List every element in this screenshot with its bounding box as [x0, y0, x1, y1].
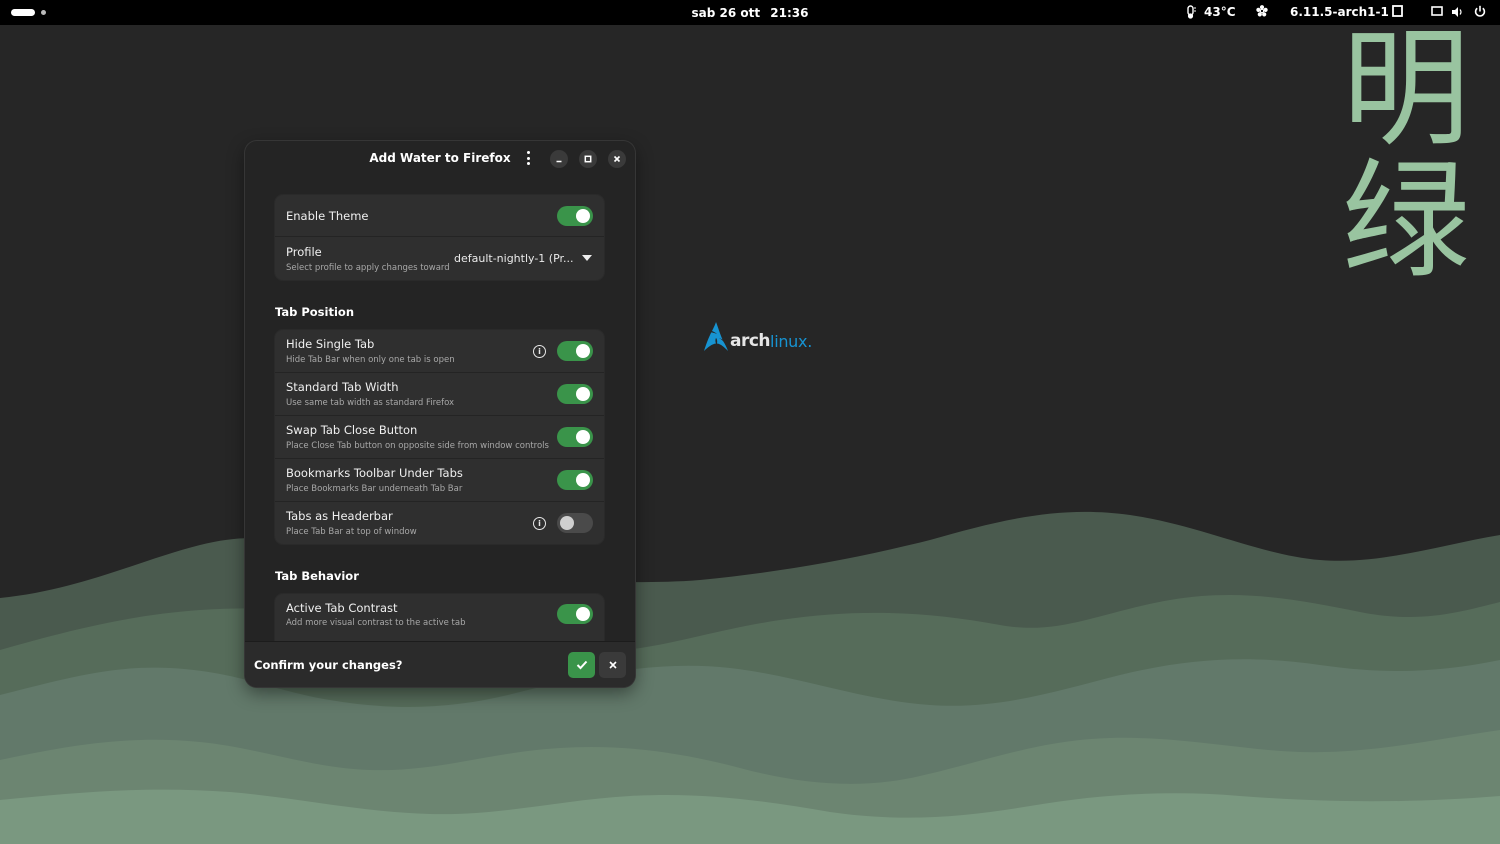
enable-theme-label: Enable Theme: [286, 209, 369, 223]
tab-behavior-heading: Tab Behavior: [275, 569, 359, 583]
power-icon: [1474, 5, 1486, 17]
wallpaper-characters: 明 绿: [1336, 24, 1476, 288]
row-label: Swap Tab Close Button: [286, 423, 418, 437]
confirm-text: Confirm your changes?: [254, 658, 403, 672]
checkmark-icon: [576, 660, 587, 670]
switch-knob: [576, 473, 590, 487]
arch-linux-logo: arch linux.: [704, 322, 812, 351]
window-title-text: Add Water to Firefox: [369, 151, 511, 165]
tab-position-heading: Tab Position: [275, 305, 355, 319]
confirm-bar: Confirm your changes?: [245, 641, 635, 687]
switch-knob: [576, 387, 590, 401]
row-label: Bookmarks Toolbar Under Tabs: [286, 466, 463, 480]
close-icon: [608, 661, 617, 669]
temperature-indicator[interactable]: 43°C: [1185, 5, 1236, 19]
tabs-as-headerbar-row[interactable]: Tabs as Headerbar Place Tab Bar at top o…: [275, 502, 604, 544]
bookmarks-toolbar-switch[interactable]: [557, 470, 593, 490]
wallpaper-char-ming: 明: [1341, 15, 1470, 164]
add-water-window: Add Water to Firefox Enable Theme Profil…: [245, 141, 635, 687]
main-menu-button[interactable]: [523, 151, 533, 165]
standard-tab-width-row[interactable]: Standard Tab Width Use same tab width as…: [275, 373, 604, 416]
swap-tab-close-switch[interactable]: [557, 427, 593, 447]
wallpaper: [0, 0, 1500, 844]
hide-single-tab-row[interactable]: Hide Single Tab Hide Tab Bar when only o…: [275, 330, 604, 373]
row-sub: Place Close Tab button on opposite side …: [286, 441, 549, 451]
row-label: Standard Tab Width: [286, 380, 399, 394]
kebab-dot: [526, 156, 530, 160]
kebab-dot: [526, 162, 530, 165]
apply-button[interactable]: [568, 652, 595, 678]
bookmarks-toolbar-row[interactable]: Bookmarks Toolbar Under Tabs Place Bookm…: [275, 459, 604, 502]
tab-behavior-group: Active Tab Contrast Add more visual cont…: [275, 594, 604, 642]
row-sub: Use same tab width as standard Firefox: [286, 398, 455, 408]
info-icon[interactable]: i: [533, 517, 546, 530]
discard-button[interactable]: [599, 652, 626, 678]
close-button[interactable]: [608, 150, 626, 168]
switch-knob: [576, 209, 590, 223]
hide-single-tab-switch[interactable]: [557, 341, 593, 361]
window-title: Add Water to Firefox: [245, 151, 635, 165]
general-group: Enable Theme Profile Select profile to a…: [275, 195, 604, 280]
info-icon[interactable]: i: [533, 345, 546, 358]
maximize-button[interactable]: [579, 150, 597, 168]
thermometer-icon: [1187, 5, 1196, 19]
top-bar: sab 26 ott 21:36 43°C 6.11.5-arch1-1: [0, 0, 1500, 25]
clock-date: sab 26 ott: [691, 6, 761, 20]
logo-text-linux: linux.: [770, 332, 812, 351]
standard-tab-width-switch[interactable]: [557, 384, 593, 404]
wallpaper-char-lv: 绿: [1341, 147, 1470, 296]
maximize-icon: [584, 155, 592, 163]
profile-dropdown-value[interactable]: default-nightly-1 (Pr...: [454, 252, 574, 265]
close-icon: [613, 155, 621, 163]
row-sub: Hide Tab Bar when only one tab is open: [286, 355, 455, 365]
minimize-icon: [556, 160, 562, 163]
minimize-button[interactable]: [550, 150, 568, 168]
tab-position-group: Hide Single Tab Hide Tab Bar when only o…: [275, 330, 604, 544]
row-sub: Place Tab Bar at top of window: [286, 527, 417, 537]
logo-text-arch: arch: [730, 331, 771, 351]
profile-row[interactable]: Profile Select profile to apply changes …: [275, 237, 604, 280]
flower-icon: [1256, 5, 1268, 17]
row-label: Tabs as Headerbar: [286, 509, 393, 523]
clock-time: 21:36: [770, 6, 809, 20]
profile-label: Profile: [286, 245, 322, 259]
clock[interactable]: sab 26 ott 21:36: [0, 6, 1500, 20]
temperature-value: 43°C: [1204, 5, 1236, 19]
enable-theme-switch[interactable]: [557, 206, 593, 226]
switch-knob: [576, 344, 590, 358]
extension-indicator[interactable]: [1256, 5, 1268, 17]
kebab-dot: [526, 151, 530, 154]
window-titlebar[interactable]: Add Water to Firefox: [245, 141, 635, 175]
row-sub: Add more visual contrast to the active t…: [286, 618, 466, 628]
arch-logo-icon: [704, 322, 728, 351]
tabs-as-headerbar-switch[interactable]: [557, 513, 593, 533]
active-tab-contrast-row[interactable]: Active Tab Contrast Add more visual cont…: [275, 594, 604, 637]
enable-theme-row[interactable]: Enable Theme: [275, 195, 604, 237]
row-sub: Place Bookmarks Bar underneath Tab Bar: [286, 484, 463, 494]
active-tab-contrast-switch[interactable]: [557, 604, 593, 624]
switch-knob: [560, 516, 574, 530]
switch-knob: [576, 430, 590, 444]
switch-knob: [576, 607, 590, 621]
dropdown-arrow-icon[interactable]: [582, 255, 592, 261]
row-label: Hide Single Tab: [286, 337, 375, 351]
swap-tab-close-row[interactable]: Swap Tab Close Button Place Close Tab bu…: [275, 416, 604, 459]
row-label: Active Tab Contrast: [286, 601, 398, 615]
profile-sub: Select profile to apply changes toward: [286, 263, 450, 273]
